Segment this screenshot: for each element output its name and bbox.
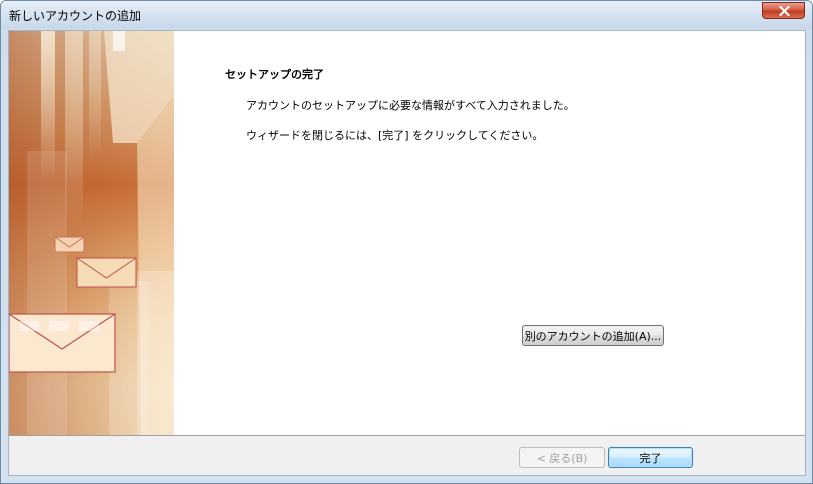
title-bar: 新しいアカウントの追加 — [1, 1, 812, 29]
wizard-page: セットアップの完了 アカウントのセットアップに必要な情報がすべて入力されました。… — [9, 31, 805, 435]
dialog-client-area: セットアップの完了 アカウントのセットアップに必要な情報がすべて入力されました。… — [8, 30, 806, 476]
instruction-text: ウィザードを閉じるには、[完了] をクリックしてください。 — [246, 129, 544, 142]
close-button[interactable] — [762, 2, 805, 19]
dialog-window: 新しいアカウントの追加 セットアップの完了 アカウントのセットアップに必要な情報… — [0, 0, 813, 484]
finish-button[interactable]: 完了 — [608, 447, 693, 468]
close-icon — [779, 6, 790, 16]
back-button[interactable]: < 戻る(B) — [519, 447, 605, 468]
add-another-account-button[interactable]: 別のアカウントの追加(A)... — [522, 325, 664, 346]
banner-artwork — [9, 31, 174, 435]
footer-separator — [9, 435, 805, 436]
page-heading: セットアップの完了 — [225, 68, 324, 81]
wizard-banner-image — [9, 31, 174, 435]
envelope-icon — [9, 313, 116, 373]
window-title: 新しいアカウントの追加 — [9, 9, 142, 23]
info-text: アカウントのセットアップに必要な情報がすべて入力されました。 — [246, 99, 575, 112]
envelope-icon — [76, 257, 137, 288]
envelope-icon — [54, 236, 85, 253]
